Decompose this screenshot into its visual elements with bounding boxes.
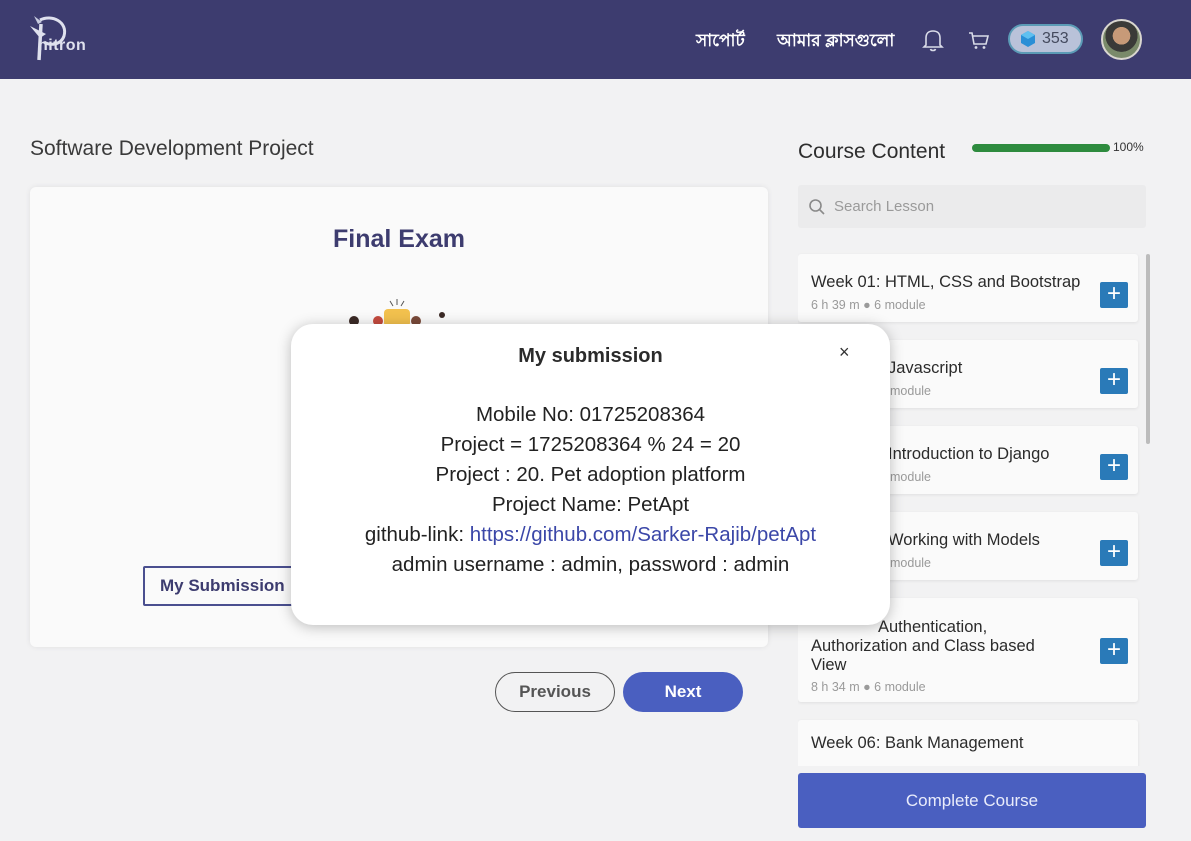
search-input[interactable]: Search Lesson — [834, 198, 934, 215]
points-badge[interactable]: 353 — [1008, 24, 1083, 54]
course-progress-label: 100% — [1113, 140, 1144, 154]
avatar[interactable] — [1101, 19, 1142, 60]
points-value: 353 — [1042, 30, 1069, 47]
expand-plus-icon[interactable]: + — [1100, 454, 1128, 480]
github-link[interactable]: https://github.com/Sarker-Rajib/petApt — [470, 523, 816, 546]
my-submission-button[interactable]: My Submission — [143, 566, 293, 606]
lesson-week-01[interactable]: Week 01: HTML, CSS and Bootstrap 6 h 39 … — [798, 254, 1138, 322]
lesson-meta: module — [890, 556, 931, 570]
project-name-line: Project Name: PetApt — [491, 493, 690, 516]
lesson-title: Authentication, — [878, 618, 988, 636]
bell-icon[interactable] — [922, 28, 944, 52]
modal-body: Mobile No: 01725208364 Project = 1725208… — [291, 400, 890, 580]
lesson-title: View — [811, 656, 847, 674]
lesson-list-scrollbar[interactable] — [1146, 254, 1150, 444]
gem-icon — [1021, 31, 1035, 47]
page-title: Software Development Project — [30, 137, 314, 160]
lesson-title: Week 01: HTML, CSS and Bootstrap — [811, 273, 1081, 291]
lesson-meta: 6 h 39 m ● 6 module — [811, 298, 926, 312]
modal-title: My submission — [518, 345, 663, 367]
github-label: github-link: — [364, 523, 470, 546]
expand-plus-icon[interactable]: + — [1100, 368, 1128, 394]
celebration-illustration — [349, 299, 445, 327]
next-button[interactable]: Next — [623, 672, 743, 712]
exam-title: Final Exam — [333, 225, 465, 253]
course-progress-bar — [972, 144, 1110, 152]
top-header: hitron সাপোর্ট আমার ক্লাসগুলো 353 — [0, 0, 1191, 79]
admin-line: admin username : admin, password : admin — [391, 553, 790, 576]
lesson-title: Week 06: Bank Management — [811, 734, 1024, 752]
cart-icon[interactable] — [968, 29, 990, 51]
lesson-meta: module — [890, 470, 931, 484]
nav-support[interactable]: সাপোর্ট — [696, 28, 745, 56]
project-calc-line: Project = 1725208364 % 24 = 20 — [440, 433, 741, 456]
search-icon — [809, 198, 825, 215]
lesson-search[interactable]: Search Lesson — [798, 185, 1146, 228]
complete-course-button[interactable]: Complete Course — [798, 773, 1146, 828]
lesson-meta: module — [890, 384, 931, 398]
expand-plus-icon[interactable]: + — [1100, 638, 1128, 664]
project-line: Project : 20. Pet adoption platform — [435, 463, 746, 486]
logo-text: hitron — [38, 37, 87, 54]
lesson-week-06[interactable]: Week 06: Bank Management — [798, 720, 1138, 766]
lesson-meta: 8 h 34 m ● 6 module — [811, 680, 926, 694]
nav-my-classes[interactable]: আমার ক্লাসগুলো — [777, 28, 894, 56]
submission-modal: My submission × Mobile No: 01725208364 P… — [291, 324, 890, 625]
close-icon[interactable]: × — [839, 342, 850, 363]
expand-plus-icon[interactable]: + — [1100, 540, 1128, 566]
course-content-title: Course Content — [798, 140, 946, 163]
expand-plus-icon[interactable]: + — [1100, 282, 1128, 308]
github-line: github-link: https://github.com/Sarker-R… — [291, 520, 890, 550]
previous-button[interactable]: Previous — [495, 672, 615, 712]
lesson-title: Authorization and Class based — [811, 637, 1035, 655]
mobile-line: Mobile No: 01725208364 — [475, 403, 706, 426]
